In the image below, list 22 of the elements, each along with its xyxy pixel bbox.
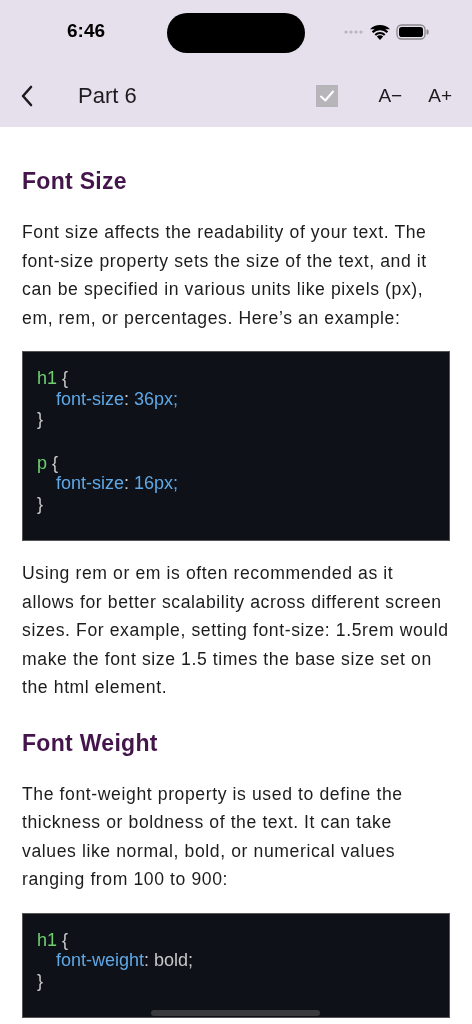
paragraph: The font-weight property is used to define the thickness or boldness of the text. It can take values like normal, bold, or numerical values ranging from 100 to 900:: [22, 782, 404, 891]
paragraph: Font size affects the readability of your text. The font-size property sets the size of the text, and it can be specified in various units like pixels (px), em, rem, or percentages. Here’s an example:: [22, 221, 428, 330]
code-line: font-size: 16px;: [55, 473, 180, 494]
status-time: 6:46: [67, 20, 106, 42]
wifi-icon: [370, 24, 390, 40]
font-size-button[interactable]: A−: [372, 84, 409, 107]
code-line: font-size: 36px;: [55, 388, 180, 409]
font-size-button[interactable]: A+: [422, 84, 458, 107]
checkbox-icon[interactable]: [316, 84, 339, 107]
code-line: p {: [37, 452, 60, 473]
code-line: font-weight: bold;: [55, 950, 195, 971]
section-heading: Font Size: [22, 167, 128, 195]
code-line: }: [37, 409, 44, 430]
signal-icon: [344, 30, 364, 34]
code-line: }: [37, 493, 44, 514]
paragraph: Using rem or em is often recommended as it allows for better scalability across different screen sizes. For example, setting font-size: 1.5rem would make the font size 1.5 times the base size set on the html element.: [22, 562, 450, 699]
section-heading: Font Weight: [22, 728, 159, 757]
battery-icon: [396, 24, 430, 40]
code-line: h1 {: [37, 368, 70, 389]
code-line: }: [37, 970, 44, 991]
code-line: h1 {: [37, 929, 70, 950]
page-title: Part 6: [78, 82, 137, 109]
